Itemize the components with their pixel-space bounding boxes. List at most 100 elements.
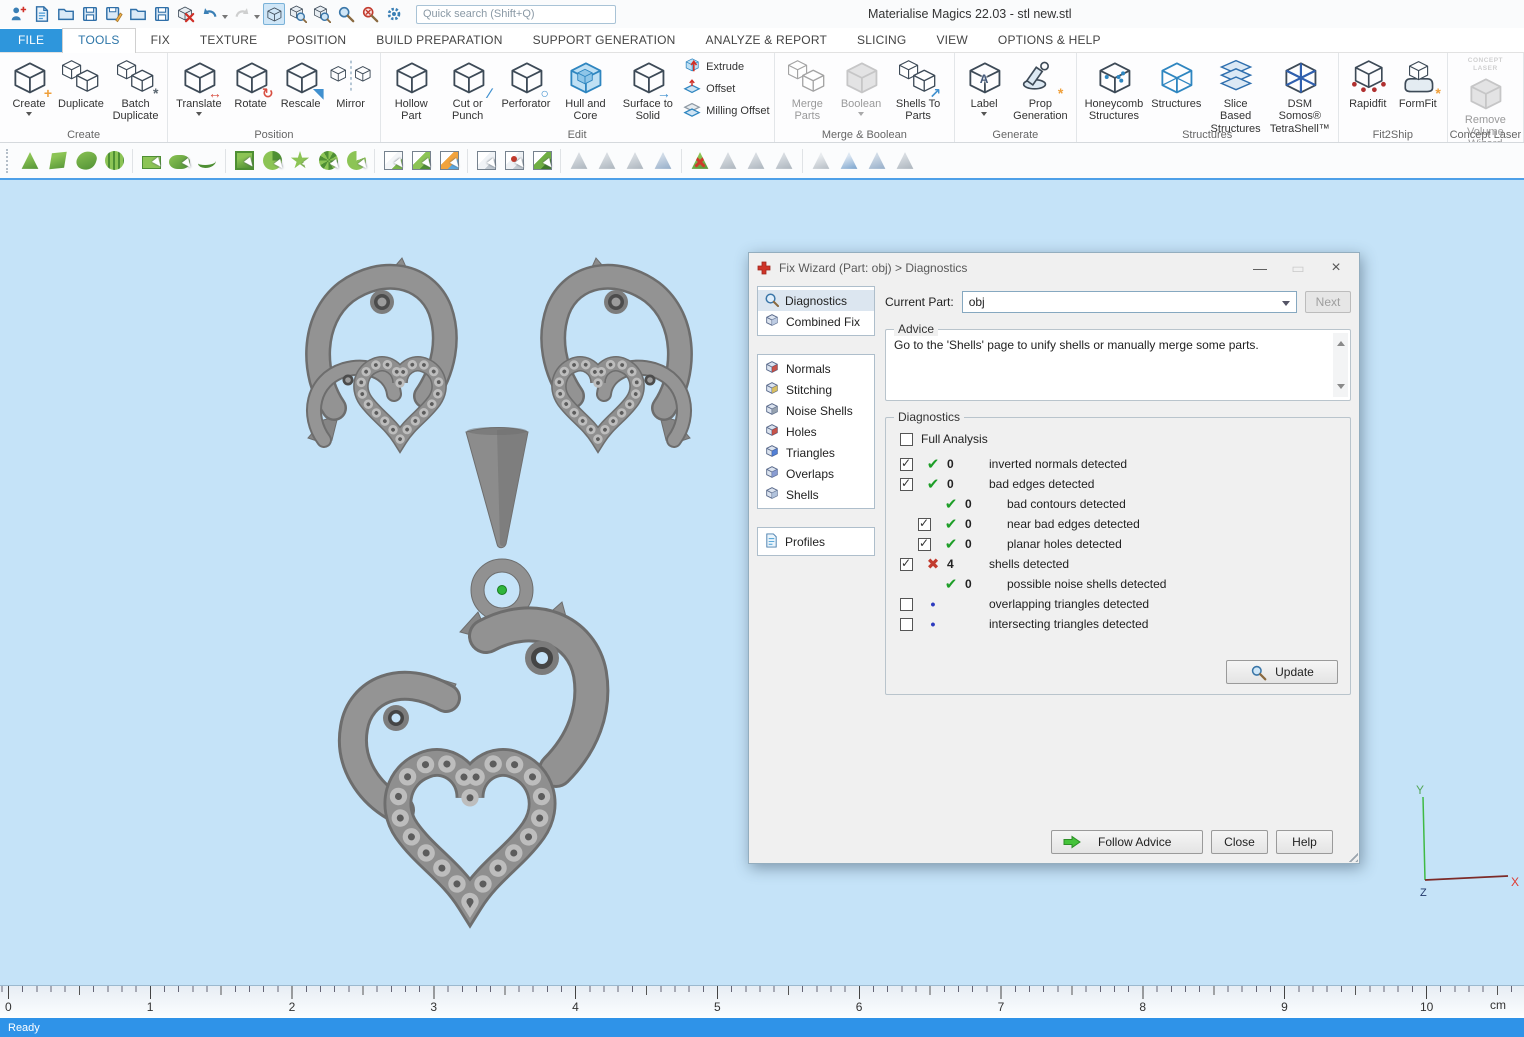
triangle-tool-8-button[interactable] xyxy=(808,148,834,174)
ribbon-item-prop-generation[interactable]: *Prop Generation xyxy=(1010,56,1070,124)
polyline-selection-button[interactable] xyxy=(194,148,220,174)
diagnostic-checkbox[interactable] xyxy=(900,558,913,571)
tab-position[interactable]: POSITION xyxy=(272,29,361,52)
model-bail[interactable] xyxy=(466,427,528,548)
mark-plane-button[interactable] xyxy=(45,148,71,174)
save-platform-button[interactable] xyxy=(151,3,173,25)
advice-scrollbar[interactable] xyxy=(1333,333,1348,397)
ribbon-item-cut-or-punch[interactable]: ∕Cut or Punch xyxy=(439,56,497,124)
ribbon-item-shells-to-parts[interactable]: ↗Shells To Parts xyxy=(887,56,949,124)
triangle-tool-4-button[interactable] xyxy=(650,148,676,174)
dropdown-caret-icon[interactable] xyxy=(254,15,260,22)
follow-advice-button[interactable]: Follow Advice xyxy=(1051,830,1203,854)
tab-analyze-report[interactable]: ANALYZE & REPORT xyxy=(691,29,842,52)
next-button[interactable]: Next xyxy=(1305,291,1351,313)
tab-texture[interactable]: TEXTURE xyxy=(185,29,272,52)
ribbon-item-batch-duplicate[interactable]: *Batch Duplicate xyxy=(109,56,162,124)
ribbon-item-slice-based-structures[interactable]: Slice Based Structures xyxy=(1206,56,1264,136)
sidebar-item-overlaps[interactable]: Overlaps xyxy=(758,463,874,484)
sidebar-item-holes[interactable]: Holes xyxy=(758,421,874,442)
fix-wizard-titlebar[interactable]: Fix Wizard (Part: obj) > Diagnostics — ▭… xyxy=(749,253,1359,283)
mark-shell-button[interactable] xyxy=(101,148,127,174)
open-project-button[interactable] xyxy=(55,3,77,25)
triangle-tool-10-button[interactable] xyxy=(864,148,890,174)
diagnostic-checkbox[interactable] xyxy=(900,618,913,631)
ribbon-item-duplicate[interactable]: Duplicate xyxy=(55,56,107,111)
model-earring-left[interactable] xyxy=(308,258,445,444)
zoom-in-button[interactable] xyxy=(335,3,357,25)
scroll-up-icon[interactable] xyxy=(1337,337,1345,346)
cube-view-marked-button[interactable] xyxy=(501,148,527,174)
viewport-3d[interactable]: Y X Z Fix Wizard (Part: obj) > Diagnosti… xyxy=(0,180,1524,985)
quick-search-input[interactable] xyxy=(416,5,616,24)
ribbon-item-rotate[interactable]: ↻Rotate xyxy=(227,56,275,111)
ribbon-item-rescale[interactable]: ◥Rescale xyxy=(277,56,325,111)
current-part-combobox[interactable]: obj xyxy=(962,291,1297,313)
ribbon-item-dsm-somos-tetrashell[interactable]: DSM Somos® TetraShell™ xyxy=(1267,56,1333,136)
wheel-selection-button[interactable] xyxy=(315,148,341,174)
ribbon-item-milling-offset[interactable]: Milling Offset xyxy=(683,100,769,122)
zoom-to-part-button[interactable] xyxy=(287,3,309,25)
minimize-button[interactable]: — xyxy=(1245,260,1275,276)
full-analysis-checkbox[interactable] xyxy=(900,433,913,446)
redo-button[interactable] xyxy=(231,3,253,25)
sidebar-item-noise-shells[interactable]: Noise Shells xyxy=(758,400,874,421)
tab-support-generation[interactable]: SUPPORT GENERATION xyxy=(518,29,691,52)
toolbar-drag-handle[interactable] xyxy=(6,149,10,173)
sidebar-item-triangles[interactable]: Triangles xyxy=(758,442,874,463)
sidebar-item-stitching[interactable]: Stitching xyxy=(758,379,874,400)
close-button[interactable]: Close xyxy=(1211,830,1268,854)
select-cube-front-button[interactable] xyxy=(380,148,406,174)
tab-slicing[interactable]: SLICING xyxy=(842,29,921,52)
save-button[interactable] xyxy=(79,3,101,25)
star-selection-button[interactable] xyxy=(287,148,313,174)
ribbon-item-hollow-part[interactable]: Hollow Part xyxy=(386,56,437,124)
triangle-tool-7-button[interactable] xyxy=(771,148,797,174)
ribbon-item-hull-and-core[interactable]: Hull and Core xyxy=(555,56,615,124)
triangle-tool-3-button[interactable] xyxy=(622,148,648,174)
ribbon-item-boolean[interactable]: Boolean xyxy=(837,56,885,120)
remove-part-button[interactable] xyxy=(175,3,197,25)
sidebar-item-profiles[interactable]: Profiles xyxy=(758,531,874,552)
ribbon-item-label[interactable]: ALabel xyxy=(960,56,1008,120)
new-scene-button[interactable] xyxy=(31,3,53,25)
delete-marked-triangles-button[interactable] xyxy=(687,148,713,174)
model-pendant[interactable] xyxy=(353,602,591,902)
triangle-tool-2-button[interactable] xyxy=(594,148,620,174)
ellipse-selection-button[interactable] xyxy=(166,148,192,174)
triangle-tool-5-button[interactable] xyxy=(715,148,741,174)
window-triangle-selection-button[interactable] xyxy=(231,148,257,174)
view-box-button[interactable] xyxy=(311,3,333,25)
tab-build-preparation[interactable]: BUILD PREPARATION xyxy=(361,29,517,52)
ribbon-item-create[interactable]: +Create xyxy=(5,56,53,120)
tab-tools[interactable]: TOOLS xyxy=(62,28,135,53)
ribbon-item-offset[interactable]: Offset xyxy=(683,78,769,100)
brush-selection-button[interactable] xyxy=(259,148,285,174)
segment-selection-button[interactable] xyxy=(343,148,369,174)
ribbon-item-honeycomb-structures[interactable]: Honeycomb Structures xyxy=(1082,56,1147,124)
ribbon-item-rapidfit[interactable]: Rapidfit xyxy=(1344,56,1392,111)
sidebar-item-diagnostics[interactable]: Diagnostics xyxy=(758,290,874,311)
diagnostic-checkbox[interactable] xyxy=(900,458,913,471)
diagnostic-checkbox[interactable] xyxy=(900,478,913,491)
mark-triangle-button[interactable] xyxy=(17,148,43,174)
tab-file[interactable]: FILE xyxy=(0,29,62,52)
ribbon-item-structures[interactable]: Structures xyxy=(1148,56,1204,111)
unzoom-button[interactable] xyxy=(359,3,381,25)
sidebar-item-shells[interactable]: Shells xyxy=(758,484,874,505)
ribbon-item-translate[interactable]: ↔Translate xyxy=(173,56,224,120)
mark-surface-button[interactable] xyxy=(73,148,99,174)
customize-settings-button[interactable] xyxy=(383,3,405,25)
sidebar-item-normals[interactable]: Normals xyxy=(758,358,874,379)
diagnostic-checkbox[interactable] xyxy=(918,538,931,551)
view-part-button[interactable] xyxy=(263,3,285,25)
help-button[interactable]: Help xyxy=(1276,830,1333,854)
ribbon-item-surface-to-solid[interactable]: →Surface to Solid xyxy=(617,56,678,124)
close-window-button[interactable]: × xyxy=(1321,259,1351,277)
rectangle-selection-button[interactable] xyxy=(138,148,164,174)
model-earring-right[interactable] xyxy=(553,258,690,444)
triangle-tool-6-button[interactable] xyxy=(743,148,769,174)
dropdown-caret-icon[interactable] xyxy=(222,15,228,22)
load-platform-button[interactable] xyxy=(127,3,149,25)
triangle-tool-11-button[interactable] xyxy=(892,148,918,174)
